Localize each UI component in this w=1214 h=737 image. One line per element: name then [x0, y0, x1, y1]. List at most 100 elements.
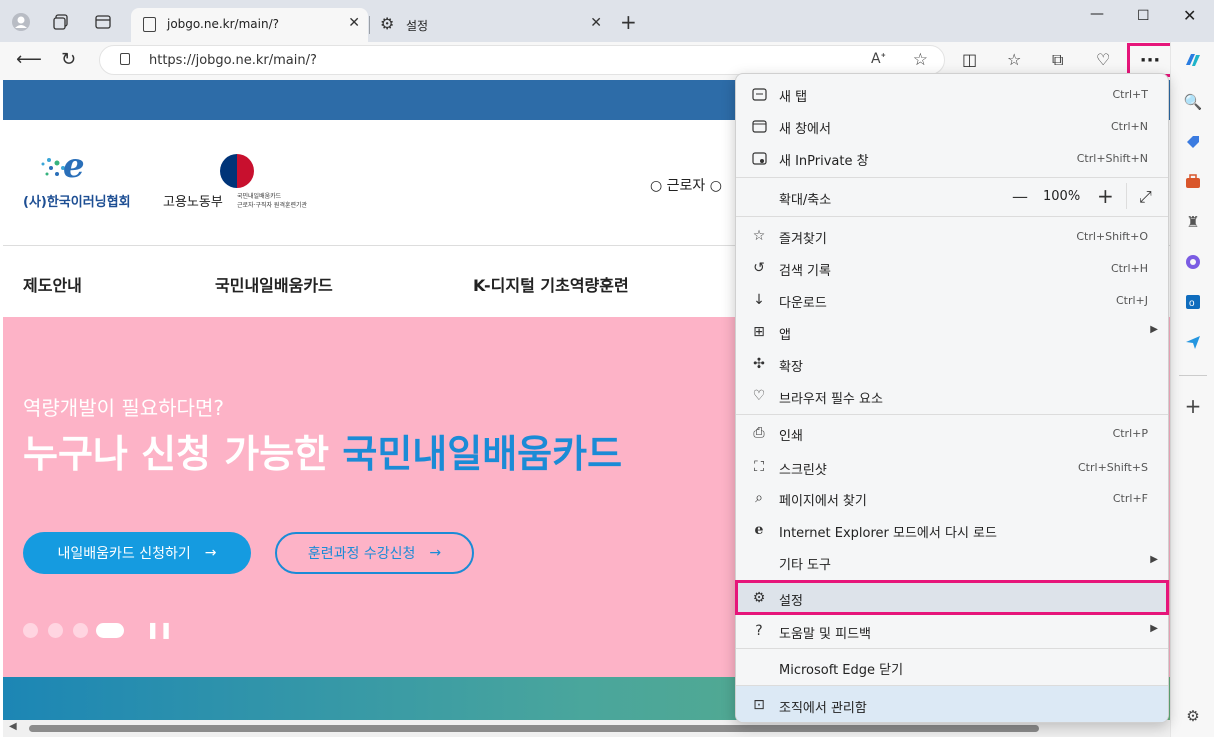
browser-essentials-icon[interactable]: ♡ [1096, 50, 1110, 69]
slide-dot[interactable] [48, 623, 63, 638]
chevron-right-icon: ▶ [1150, 324, 1158, 335]
org-name: (사)한국이러닝협회 [23, 195, 131, 210]
menu-item-extensions[interactable]: ✣ 확장 [736, 348, 1168, 380]
sidebar-divider [1179, 375, 1207, 376]
back-button[interactable]: ⟵ [16, 49, 42, 70]
menu-item-print[interactable]: ⎙ 인쇄 Ctrl+P [736, 417, 1168, 449]
close-tab-icon[interactable]: ✕ [348, 15, 360, 31]
menu-label: 새 탭 [779, 90, 808, 105]
menu-item-managed[interactable]: ⊡ 조직에서 관리함 [736, 686, 1168, 722]
print-icon: ⎙ [753, 425, 765, 441]
menu-item-downloads[interactable]: ↓ 다운로드 Ctrl+J [736, 284, 1168, 316]
menu-item-history[interactable]: ↺ 검색 기록 Ctrl+H [736, 252, 1168, 284]
menu-item-ie-mode[interactable]: e Internet Explorer 모드에서 다시 로드 [736, 514, 1168, 546]
menu-shortcut: Ctrl+H [1110, 262, 1148, 275]
apply-card-button[interactable]: 내일배움카드 신청하기 → [23, 532, 251, 574]
refresh-button[interactable]: ↻ [61, 49, 76, 70]
menu-item-find[interactable]: ⌕ 페이지에서 찾기 Ctrl+F [736, 482, 1168, 514]
course-enroll-button[interactable]: 훈련과정 수강신청 → [275, 532, 474, 574]
menu-item-more-tools[interactable]: 기타 도구 ▶ [736, 546, 1168, 578]
menu-item-apps[interactable]: ⊞ 앱 ▶ [736, 316, 1168, 348]
find-icon: ⌕ [755, 490, 763, 506]
close-tab-icon[interactable]: ✕ [590, 15, 602, 31]
menu-item-close-edge[interactable]: Microsoft Edge 닫기 [736, 651, 1168, 683]
menu-item-screenshot[interactable]: ⛶ 스크린샷 Ctrl+Shift+S [736, 451, 1168, 483]
chevron-right-icon: ▶ [1150, 623, 1158, 634]
zoom-out-button[interactable]: — [1012, 187, 1028, 206]
user-type-radio[interactable]: ○ 근로자 ○ [650, 175, 722, 195]
fullscreen-icon[interactable]: ⤢ [1139, 187, 1152, 207]
menu-label: 확장 [779, 360, 803, 375]
menu-item-browser-essentials[interactable]: ♡ 브라우저 필수 요소 [736, 380, 1168, 412]
menu-shortcut: Ctrl+J [1115, 294, 1148, 307]
sidebar-settings-icon[interactable]: ⚙ [1183, 706, 1203, 726]
slide-dot-active[interactable] [96, 623, 124, 638]
hero-subtitle: 역량개발이 필요하다면? [23, 396, 224, 420]
search-icon[interactable]: 🔍 [1183, 92, 1203, 112]
tab-jobgo[interactable]: jobgo.ne.kr/main/? ✕ [131, 8, 368, 42]
settings-and-more-button[interactable]: ··· [1127, 43, 1173, 77]
taegeuk-emblem [220, 154, 254, 188]
new-tab-icon [750, 85, 768, 103]
favorite-star-icon[interactable]: ☆ [913, 50, 928, 70]
tab-settings[interactable]: ⚙ 설정 ✕ [370, 8, 610, 42]
menu-item-help[interactable]: ? 도움말 및 피드백 ▶ [736, 615, 1168, 647]
menu-shortcut: Ctrl+Shift+N [1076, 152, 1148, 165]
menu-shortcut: Ctrl+Shift+S [1078, 461, 1148, 474]
ministry-name: 고용노동부 [163, 195, 223, 210]
gnb-item[interactable]: 국민내일배움카드 [215, 272, 333, 296]
menu-divider [736, 177, 1168, 178]
pause-icon[interactable]: ❚❚ [146, 620, 173, 639]
collections-icon[interactable]: ⧉ [1052, 50, 1063, 70]
ie-icon: e [754, 522, 764, 538]
games-icon[interactable]: ♜ [1183, 212, 1203, 232]
apps-icon: ⊞ [753, 324, 765, 340]
menu-shortcut: Ctrl+N [1110, 120, 1148, 133]
favorites-icon[interactable]: ☆ [1007, 50, 1021, 69]
scroll-left-icon[interactable]: ◀ [9, 721, 17, 732]
tools-icon[interactable] [1183, 172, 1203, 192]
slide-dot[interactable] [73, 623, 88, 638]
menu-label: 스크린샷 [779, 463, 827, 478]
slide-dot[interactable] [23, 623, 38, 638]
lock-icon[interactable] [120, 53, 130, 65]
menu-item-favorites[interactable]: ☆ 즐겨찾기 Ctrl+Shift+O [736, 220, 1168, 252]
new-tab-button[interactable]: + [620, 10, 637, 34]
shopping-tag-icon[interactable] [1183, 132, 1203, 152]
add-icon[interactable]: + [1183, 394, 1203, 418]
workspaces-icon[interactable] [48, 9, 74, 35]
minimize-button[interactable]: — [1090, 6, 1104, 22]
menu-item-inprivate[interactable]: 새 InPrivate 창 Ctrl+Shift+N [736, 142, 1168, 174]
extensions-icon: ✣ [753, 356, 765, 372]
profile-icon[interactable] [8, 9, 34, 35]
vertical-tabs-icon[interactable] [90, 9, 116, 35]
hero-title-highlight: 국민내일배움카드 [342, 432, 623, 476]
heart-pulse-icon: ♡ [752, 388, 766, 404]
gnb-item[interactable]: 제도안내 [23, 272, 82, 296]
menu-label: 브라우저 필수 요소 [779, 392, 883, 407]
button-label: 내일배움카드 신청하기 [57, 546, 191, 562]
copilot-icon[interactable] [1183, 50, 1203, 70]
zoom-in-button[interactable]: + [1097, 184, 1114, 208]
menu-item-new-tab[interactable]: 새 탭 Ctrl+T [736, 78, 1168, 110]
read-aloud-icon[interactable]: Aᐩ [871, 51, 886, 67]
split-screen-icon[interactable]: ◫ [962, 50, 977, 69]
m365-icon[interactable] [1183, 252, 1203, 272]
menu-item-new-window[interactable]: 새 창에서 Ctrl+N [736, 110, 1168, 142]
close-window-button[interactable]: ✕ [1183, 6, 1196, 25]
maximize-button[interactable]: ☐ [1137, 8, 1150, 24]
outlook-icon[interactable]: o [1183, 292, 1203, 312]
menu-label: 앱 [779, 328, 791, 343]
hero-title-plain: 누구나 신청 가능한 [23, 432, 343, 476]
menu-shortcut: Ctrl+P [1112, 427, 1148, 440]
menu-shortcut: Ctrl+T [1112, 88, 1148, 101]
drop-icon[interactable] [1183, 332, 1203, 352]
url-text[interactable]: https://jobgo.ne.kr/main/? [149, 53, 317, 68]
scrollbar-thumb[interactable] [29, 725, 1039, 732]
gnb-item[interactable]: K-디지털 기초역량훈련 [473, 272, 629, 296]
history-icon: ↺ [753, 260, 765, 276]
screenshot-icon: ⛶ [754, 459, 764, 475]
page-icon [143, 17, 156, 32]
address-bar[interactable]: https://jobgo.ne.kr/main/? Aᐩ ☆ [99, 45, 945, 75]
tab-title: jobgo.ne.kr/main/? [167, 17, 279, 31]
